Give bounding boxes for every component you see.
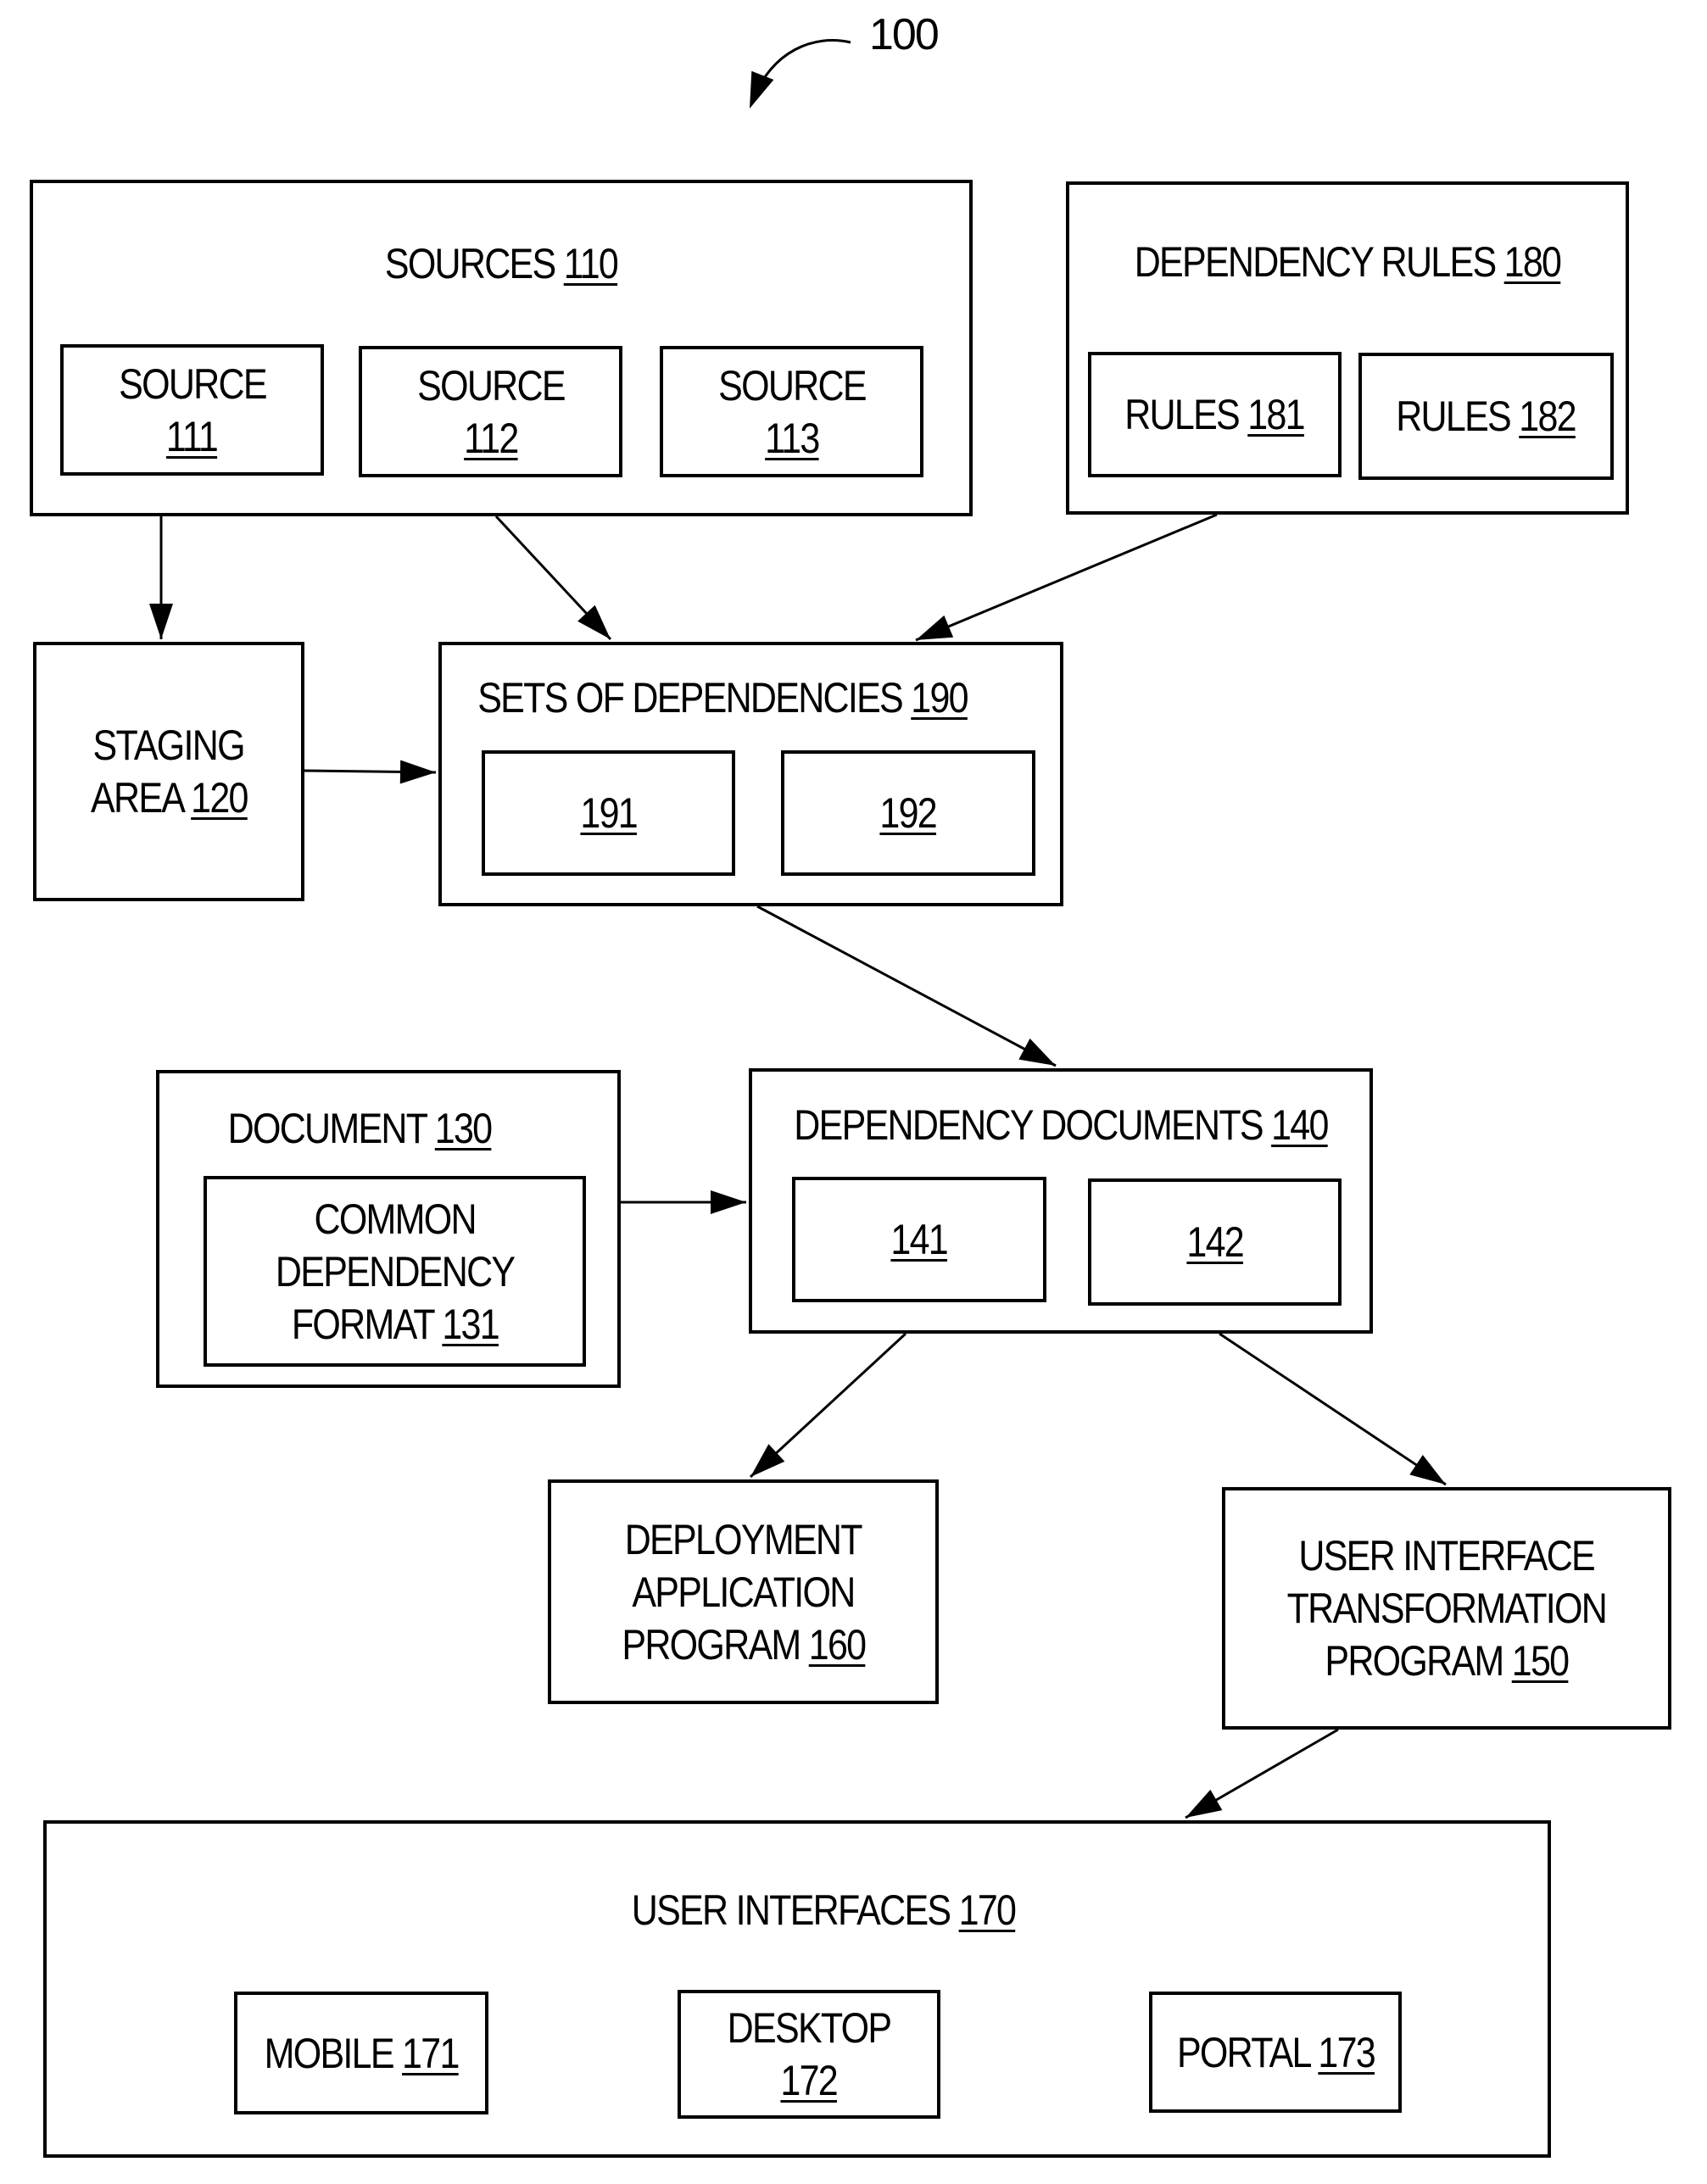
deployment-program-box: DEPLOYMENT APPLICATION PROGRAM 160 [548,1479,939,1704]
edge-180-190 [915,513,1218,642]
sources-title: SOURCES 110 [384,240,619,287]
source-111-box: SOURCE 111 [60,344,324,476]
arrowhead-icon [916,615,954,640]
figure-ref-arrow [751,39,851,101]
source-113-box: SOURCE 113 [660,346,923,477]
dependency-rules-title: DEPENDENCY RULES 180 [1134,238,1562,286]
mobile-box: MOBILE 171 [234,1992,488,2114]
rules-181-box: RULES 181 [1088,352,1342,477]
desktop-box: DESKTOP 172 [678,1990,940,2119]
doc-142-box: 142 [1088,1178,1342,1306]
document-title: DOCUMENT 130 [227,1105,493,1152]
common-dependency-format-box: COMMON DEPENDENCY FORMAT 131 [204,1176,586,1367]
source-112-box: SOURCE 112 [359,346,622,477]
staging-area-box: STAGING AREA 120 [33,642,304,901]
set-192-box: 192 [781,750,1035,876]
rules-182-box: RULES 182 [1358,353,1614,480]
figure-ref-label: 100 [869,10,940,59]
user-interfaces-title: USER INTERFACES 170 [631,1886,1017,1934]
arrowhead-icon [1185,1789,1223,1818]
arrowhead-icon [149,604,173,639]
ui-transformation-program-box: USER INTERFACE TRANSFORMATION PROGRAM 15… [1222,1487,1671,1730]
doc-141-box: 141 [792,1177,1046,1302]
set-191-box: 191 [482,750,735,876]
portal-box: PORTAL 173 [1149,1992,1402,2113]
arrowhead-icon [1018,1038,1056,1066]
arrowhead-icon [1409,1455,1446,1485]
edge-190-140 [756,905,1057,1067]
arrowhead-icon [711,1190,746,1214]
arrowhead-icon [750,70,774,109]
dependency-documents-title: DEPENDENCY DOCUMENTS 140 [794,1101,1329,1149]
edge-140-150 [1219,1332,1447,1486]
arrowhead-icon [399,760,436,784]
sets-of-dependencies-title: SETS OF DEPENDENCIES 190 [477,674,968,722]
